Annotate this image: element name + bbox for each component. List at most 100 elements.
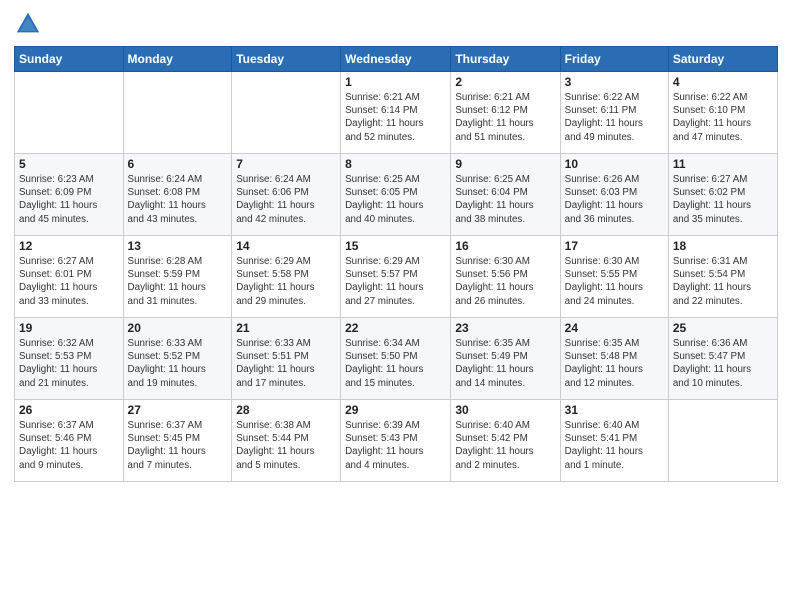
day-info: Sunrise: 6:27 AM Sunset: 6:02 PM Dayligh… bbox=[673, 173, 773, 226]
day-info: Sunrise: 6:32 AM Sunset: 5:53 PM Dayligh… bbox=[19, 337, 119, 390]
day-number: 29 bbox=[345, 403, 446, 417]
calendar-week-1: 1 Sunrise: 6:21 AM Sunset: 6:14 PM Daylig… bbox=[15, 72, 778, 154]
weekday-header-thursday: Thursday bbox=[451, 47, 560, 72]
calendar-cell: 29 Sunrise: 6:39 AM Sunset: 5:43 PM Dayli… bbox=[341, 400, 451, 482]
day-info: Sunrise: 6:29 AM Sunset: 5:57 PM Dayligh… bbox=[345, 255, 446, 308]
calendar-cell bbox=[15, 72, 124, 154]
day-info: Sunrise: 6:36 AM Sunset: 5:47 PM Dayligh… bbox=[673, 337, 773, 390]
day-number: 1 bbox=[345, 75, 446, 89]
weekday-header-saturday: Saturday bbox=[668, 47, 777, 72]
day-info: Sunrise: 6:39 AM Sunset: 5:43 PM Dayligh… bbox=[345, 419, 446, 472]
day-number: 17 bbox=[565, 239, 664, 253]
calendar-cell: 26 Sunrise: 6:37 AM Sunset: 5:46 PM Dayli… bbox=[15, 400, 124, 482]
logo bbox=[14, 10, 46, 38]
calendar-cell: 23Sunrise: 6:35 AM Sunset: 5:49 PM Dayli… bbox=[451, 318, 560, 400]
day-number: 21 bbox=[236, 321, 336, 335]
calendar-cell: 3 Sunrise: 6:22 AM Sunset: 6:11 PM Daylig… bbox=[560, 72, 668, 154]
day-info: Sunrise: 6:21 AM Sunset: 6:12 PM Dayligh… bbox=[455, 91, 555, 144]
calendar-week-3: 12 Sunrise: 6:27 AM Sunset: 6:01 PM Dayli… bbox=[15, 236, 778, 318]
day-number: 2 bbox=[455, 75, 555, 89]
day-info: Sunrise: 6:26 AM Sunset: 6:03 PM Dayligh… bbox=[565, 173, 664, 226]
calendar-cell: 1 Sunrise: 6:21 AM Sunset: 6:14 PM Daylig… bbox=[341, 72, 451, 154]
day-info: Sunrise: 6:22 AM Sunset: 6:10 PM Dayligh… bbox=[673, 91, 773, 144]
calendar-cell: 21 Sunrise: 6:33 AM Sunset: 5:51 PM Dayli… bbox=[232, 318, 341, 400]
calendar-cell: 27 Sunrise: 6:37 AM Sunset: 5:45 PM Dayli… bbox=[123, 400, 232, 482]
page-header bbox=[14, 10, 778, 38]
day-info: Sunrise: 6:30 AM Sunset: 5:56 PM Dayligh… bbox=[455, 255, 555, 308]
day-info: Sunrise: 6:24 AM Sunset: 6:06 PM Dayligh… bbox=[236, 173, 336, 226]
day-number: 30 bbox=[455, 403, 555, 417]
calendar-cell: 19Sunrise: 6:32 AM Sunset: 5:53 PM Dayli… bbox=[15, 318, 124, 400]
calendar-header: SundayMondayTuesdayWednesdayThursdayFrid… bbox=[15, 47, 778, 72]
day-info: Sunrise: 6:25 AM Sunset: 6:05 PM Dayligh… bbox=[345, 173, 446, 226]
calendar-week-5: 26 Sunrise: 6:37 AM Sunset: 5:46 PM Dayli… bbox=[15, 400, 778, 482]
day-info: Sunrise: 6:22 AM Sunset: 6:11 PM Dayligh… bbox=[565, 91, 664, 144]
day-info: Sunrise: 6:27 AM Sunset: 6:01 PM Dayligh… bbox=[19, 255, 119, 308]
day-number: 14 bbox=[236, 239, 336, 253]
day-number: 16 bbox=[455, 239, 555, 253]
day-number: 8 bbox=[345, 157, 446, 171]
day-info: Sunrise: 6:24 AM Sunset: 6:08 PM Dayligh… bbox=[128, 173, 228, 226]
day-info: Sunrise: 6:30 AM Sunset: 5:55 PM Dayligh… bbox=[565, 255, 664, 308]
day-number: 11 bbox=[673, 157, 773, 171]
day-number: 25 bbox=[673, 321, 773, 335]
weekday-header-wednesday: Wednesday bbox=[341, 47, 451, 72]
day-info: Sunrise: 6:29 AM Sunset: 5:58 PM Dayligh… bbox=[236, 255, 336, 308]
calendar-cell: 13 Sunrise: 6:28 AM Sunset: 5:59 PM Dayli… bbox=[123, 236, 232, 318]
calendar-cell: 17 Sunrise: 6:30 AM Sunset: 5:55 PM Dayli… bbox=[560, 236, 668, 318]
weekday-header-row: SundayMondayTuesdayWednesdayThursdayFrid… bbox=[15, 47, 778, 72]
day-number: 18 bbox=[673, 239, 773, 253]
calendar-cell: 8 Sunrise: 6:25 AM Sunset: 6:05 PM Daylig… bbox=[341, 154, 451, 236]
day-info: Sunrise: 6:33 AM Sunset: 5:51 PM Dayligh… bbox=[236, 337, 336, 390]
day-info: Sunrise: 6:40 AM Sunset: 5:42 PM Dayligh… bbox=[455, 419, 555, 472]
calendar-cell: 6 Sunrise: 6:24 AM Sunset: 6:08 PM Daylig… bbox=[123, 154, 232, 236]
calendar-cell: 25 Sunrise: 6:36 AM Sunset: 5:47 PM Dayli… bbox=[668, 318, 777, 400]
day-number: 24 bbox=[565, 321, 664, 335]
calendar-cell: 24Sunrise: 6:35 AM Sunset: 5:48 PM Dayli… bbox=[560, 318, 668, 400]
day-number: 26 bbox=[19, 403, 119, 417]
day-number: 4 bbox=[673, 75, 773, 89]
day-number: 5 bbox=[19, 157, 119, 171]
logo-icon bbox=[14, 10, 42, 38]
weekday-header-tuesday: Tuesday bbox=[232, 47, 341, 72]
calendar-cell: 15 Sunrise: 6:29 AM Sunset: 5:57 PM Dayli… bbox=[341, 236, 451, 318]
day-number: 13 bbox=[128, 239, 228, 253]
calendar-cell: 2 Sunrise: 6:21 AM Sunset: 6:12 PM Daylig… bbox=[451, 72, 560, 154]
day-number: 7 bbox=[236, 157, 336, 171]
day-info: Sunrise: 6:28 AM Sunset: 5:59 PM Dayligh… bbox=[128, 255, 228, 308]
calendar-cell: 31Sunrise: 6:40 AM Sunset: 5:41 PM Dayli… bbox=[560, 400, 668, 482]
day-info: Sunrise: 6:21 AM Sunset: 6:14 PM Dayligh… bbox=[345, 91, 446, 144]
day-info: Sunrise: 6:25 AM Sunset: 6:04 PM Dayligh… bbox=[455, 173, 555, 226]
calendar-cell bbox=[668, 400, 777, 482]
calendar-cell: 18Sunrise: 6:31 AM Sunset: 5:54 PM Dayli… bbox=[668, 236, 777, 318]
weekday-header-monday: Monday bbox=[123, 47, 232, 72]
calendar-cell: 16 Sunrise: 6:30 AM Sunset: 5:56 PM Dayli… bbox=[451, 236, 560, 318]
page-container: SundayMondayTuesdayWednesdayThursdayFrid… bbox=[0, 0, 792, 492]
day-number: 23 bbox=[455, 321, 555, 335]
day-number: 27 bbox=[128, 403, 228, 417]
day-number: 9 bbox=[455, 157, 555, 171]
calendar-cell: 12 Sunrise: 6:27 AM Sunset: 6:01 PM Dayli… bbox=[15, 236, 124, 318]
day-number: 15 bbox=[345, 239, 446, 253]
calendar-cell: 4 Sunrise: 6:22 AM Sunset: 6:10 PM Daylig… bbox=[668, 72, 777, 154]
calendar-cell bbox=[123, 72, 232, 154]
calendar-cell: 22Sunrise: 6:34 AM Sunset: 5:50 PM Dayli… bbox=[341, 318, 451, 400]
calendar-cell: 14 Sunrise: 6:29 AM Sunset: 5:58 PM Dayli… bbox=[232, 236, 341, 318]
calendar-cell: 7 Sunrise: 6:24 AM Sunset: 6:06 PM Daylig… bbox=[232, 154, 341, 236]
day-number: 10 bbox=[565, 157, 664, 171]
weekday-header-sunday: Sunday bbox=[15, 47, 124, 72]
day-number: 3 bbox=[565, 75, 664, 89]
calendar-cell: 5Sunrise: 6:23 AM Sunset: 6:09 PM Daylig… bbox=[15, 154, 124, 236]
day-number: 31 bbox=[565, 403, 664, 417]
weekday-header-friday: Friday bbox=[560, 47, 668, 72]
calendar-cell: 30 Sunrise: 6:40 AM Sunset: 5:42 PM Dayli… bbox=[451, 400, 560, 482]
day-number: 22 bbox=[345, 321, 446, 335]
calendar-cell bbox=[232, 72, 341, 154]
day-info: Sunrise: 6:33 AM Sunset: 5:52 PM Dayligh… bbox=[128, 337, 228, 390]
day-number: 6 bbox=[128, 157, 228, 171]
calendar-table: SundayMondayTuesdayWednesdayThursdayFrid… bbox=[14, 46, 778, 482]
day-info: Sunrise: 6:37 AM Sunset: 5:46 PM Dayligh… bbox=[19, 419, 119, 472]
day-info: Sunrise: 6:37 AM Sunset: 5:45 PM Dayligh… bbox=[128, 419, 228, 472]
calendar-cell: 10 Sunrise: 6:26 AM Sunset: 6:03 PM Dayli… bbox=[560, 154, 668, 236]
day-number: 12 bbox=[19, 239, 119, 253]
